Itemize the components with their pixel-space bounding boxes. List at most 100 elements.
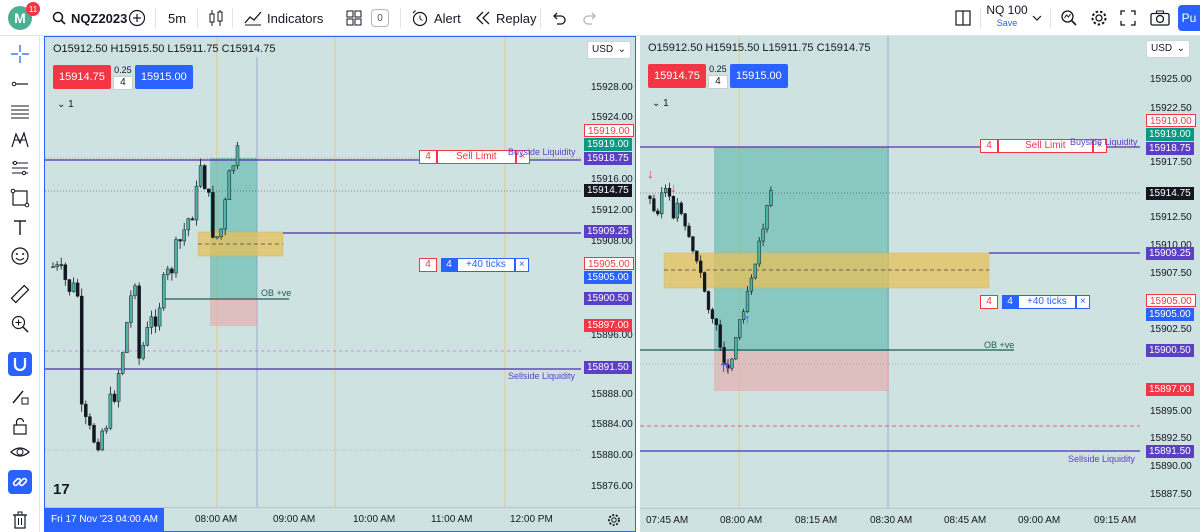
layout-select-button[interactable]: [955, 8, 971, 28]
time-tick: 08:00 AM: [720, 515, 763, 526]
tp-price-label: 15919.00: [1146, 128, 1194, 141]
price-tick: 15887.50: [1150, 489, 1192, 500]
redo-button[interactable]: [582, 8, 598, 28]
toolbar-divider: [232, 8, 233, 28]
buy-button[interactable]: 15915.00: [134, 65, 193, 89]
sell-button[interactable]: 15914.75: [53, 65, 111, 89]
prediction-tool[interactable]: [8, 156, 32, 180]
templates-button[interactable]: 0: [346, 8, 389, 28]
compare-button[interactable]: [128, 8, 146, 28]
sell-limit-price-label: 15919.00: [1146, 114, 1196, 127]
up-arrow-marker: ⇈: [720, 360, 731, 375]
zoom-in-tool[interactable]: [8, 312, 32, 336]
sync-drawings-tool[interactable]: [8, 470, 32, 494]
candle-body: [59, 264, 63, 266]
lock-all-tool[interactable]: [8, 414, 32, 438]
time-axis[interactable]: 07:45 AM 08:00 AM 08:15 AM 08:30 AM 08:4…: [640, 508, 1200, 532]
hide-drawings-tool[interactable]: [8, 440, 32, 464]
candle-body: [88, 416, 92, 426]
symbol-search[interactable]: NQZ2023: [52, 8, 127, 28]
candle-body: [79, 295, 84, 405]
trend-line-tool[interactable]: [8, 72, 32, 96]
fullscreen-button[interactable]: [1120, 8, 1136, 28]
chart-type-button[interactable]: [208, 8, 224, 28]
price-tick: 15888.00: [591, 389, 633, 400]
pattern-tool[interactable]: [8, 128, 32, 152]
candle-body: [219, 228, 223, 238]
legend-collapse[interactable]: ⌄ 1: [57, 99, 74, 110]
legend-count: 1: [68, 99, 74, 110]
take-profit-order[interactable]: 4 4 +40 ticks ×: [980, 295, 1090, 309]
ob-line-price-label: 15900.50: [584, 292, 632, 305]
currency-select[interactable]: USD ⌄: [1146, 40, 1190, 58]
candle-body: [675, 202, 679, 219]
candle-body: [227, 170, 232, 200]
price-chart-left[interactable]: [45, 37, 635, 507]
replay-button[interactable]: Replay: [475, 8, 536, 28]
sell-button[interactable]: 15914.75: [648, 64, 706, 88]
candle-body: [765, 205, 769, 230]
ob-top-price-label: 15909.25: [584, 225, 632, 238]
candle-body: [63, 264, 68, 280]
shapes-tool[interactable]: [8, 186, 32, 210]
time-axis[interactable]: Fri 17 Nov '23 04:00 AM 08:00 AM 09:00 A…: [45, 507, 635, 531]
down-arrow-marker: ↓: [670, 180, 677, 195]
magnet-tool[interactable]: [8, 352, 32, 376]
ohlc-legend: O15912.50 H15915.50 L15911.75 C15914.75: [53, 43, 276, 55]
remove-drawings-tool[interactable]: [8, 508, 32, 532]
gear-icon[interactable]: [607, 513, 621, 527]
layout-icon: [955, 10, 971, 26]
lock-drawing-tool[interactable]: [8, 384, 32, 408]
sellside-price-label: 15891.50: [584, 361, 632, 374]
close-icon[interactable]: ×: [514, 258, 529, 272]
alert-button[interactable]: Alert: [411, 8, 461, 28]
spread-value: 0.25: [114, 65, 132, 75]
quick-search-button[interactable]: [1060, 8, 1078, 28]
legend-collapse[interactable]: ⌄ 1: [652, 98, 669, 109]
snapshot-button[interactable]: [1150, 8, 1170, 28]
add-symbol-icon: [128, 9, 146, 27]
indicators-button[interactable]: Indicators: [244, 8, 323, 28]
candle-body: [734, 337, 738, 360]
candle-body: [55, 264, 59, 267]
sellside-liquidity-label: Sellside Liquidity: [1068, 454, 1136, 464]
interval-button[interactable]: 5m: [168, 8, 186, 28]
settings-button[interactable]: [1090, 8, 1108, 28]
candle-body: [695, 250, 699, 262]
chart-pane-right[interactable]: ↓ ↓ ↑ ⇈ O15912.50 H15915.50 L15911.75 C1…: [640, 36, 1200, 532]
toolbar-divider: [155, 8, 156, 28]
chart-pane-left[interactable]: O15912.50 H15915.50 L15911.75 C15914.75 …: [44, 36, 636, 532]
templates-count: 0: [371, 9, 389, 27]
fib-tool[interactable]: [8, 100, 32, 124]
crosshair-tool[interactable]: [8, 42, 32, 66]
close-icon[interactable]: ×: [1075, 295, 1090, 309]
currency-select[interactable]: USD ⌄: [587, 41, 631, 59]
text-tool[interactable]: [8, 216, 32, 240]
candle-body: [710, 309, 715, 319]
buy-button[interactable]: 15915.00: [729, 64, 788, 88]
layout-dropdown[interactable]: [1032, 8, 1042, 28]
layout-name-button[interactable]: NQ 100 Save: [986, 4, 1028, 30]
target-tp-price-label: 15905.00: [1146, 308, 1194, 321]
order-qty[interactable]: 4: [112, 76, 133, 90]
sellside-liquidity-label: Sellside Liquidity: [508, 371, 576, 381]
publish-button[interactable]: Pu: [1178, 5, 1200, 31]
order-qty[interactable]: 4: [707, 75, 728, 89]
take-profit-order[interactable]: 4 4 +40 ticks ×: [419, 258, 529, 272]
link-icon: [12, 477, 28, 487]
price-chart-right[interactable]: ↓ ↓ ↑ ⇈: [640, 36, 1200, 508]
time-tick: 09:00 AM: [1018, 515, 1061, 526]
replay-label: Replay: [496, 10, 537, 26]
candle-body: [182, 229, 186, 242]
candle-body: [691, 236, 695, 252]
price-tick: 15895.00: [1150, 406, 1192, 417]
emoji-tool[interactable]: [8, 244, 32, 268]
undo-button[interactable]: [551, 8, 567, 28]
toolbar-divider: [540, 8, 541, 28]
candle-body: [166, 268, 170, 275]
price-tick: 15912.00: [591, 205, 633, 216]
stop-price-label: 15897.00: [1146, 383, 1194, 396]
ruler-tool[interactable]: [8, 282, 32, 306]
candle-body: [656, 210, 660, 215]
candle-body: [749, 277, 754, 292]
